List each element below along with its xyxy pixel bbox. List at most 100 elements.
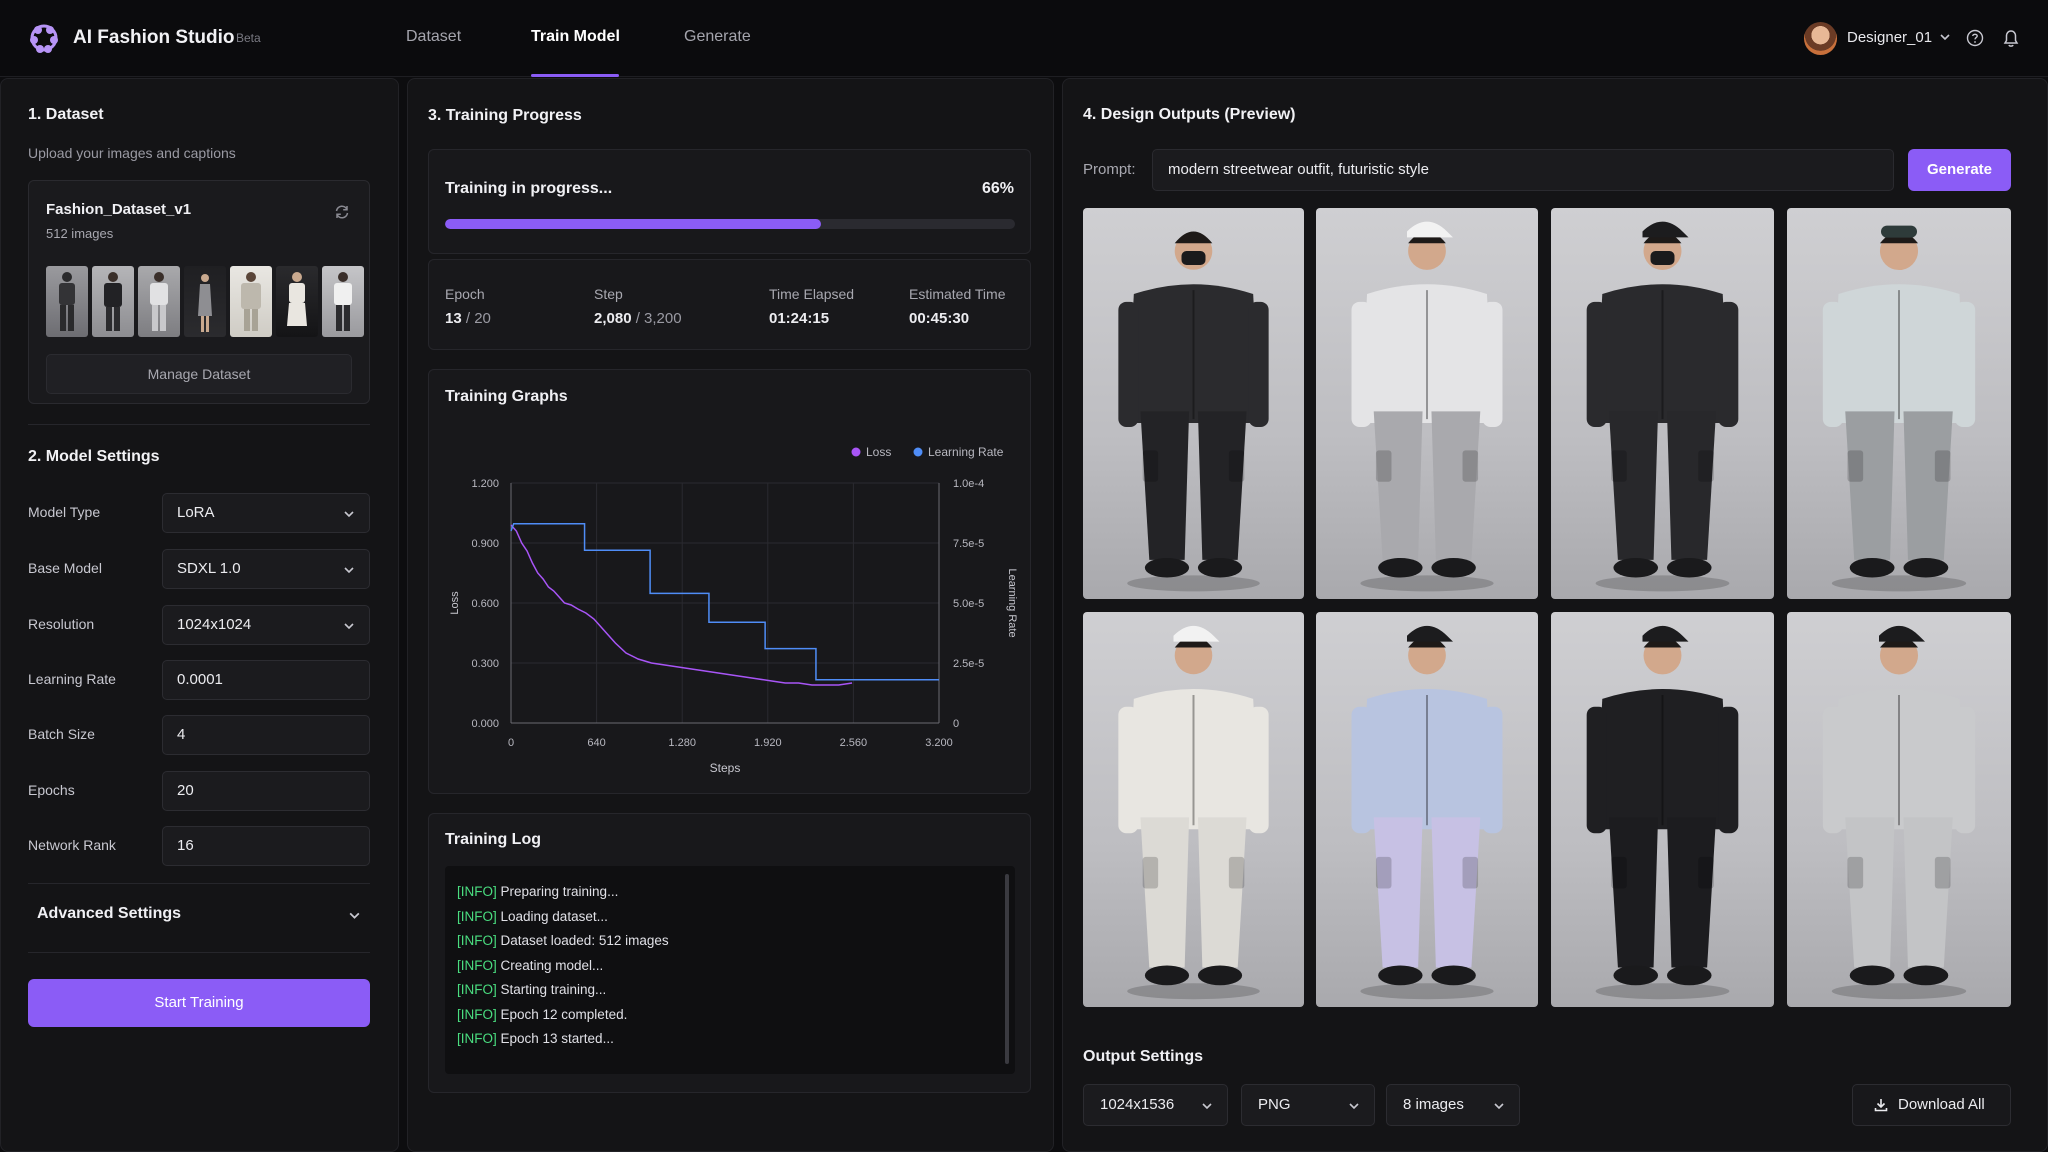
log-scrollbar[interactable] [1005, 874, 1009, 1064]
download-all-button[interactable]: Download All [1852, 1084, 2011, 1126]
resolution-value: 1024x1024 [177, 616, 252, 633]
base-model-select[interactable]: SDXL 1.0 [162, 549, 370, 589]
outfit-figure [1351, 221, 1503, 592]
network-rank-input[interactable]: 16 [162, 826, 370, 866]
tab-generate[interactable]: Generate [684, 28, 751, 46]
output-image-black-green-accents[interactable] [1551, 612, 1774, 1007]
outfit-figure [1351, 625, 1503, 1000]
output-image-white-jacket-cap[interactable] [1316, 208, 1538, 599]
batch-size-label: Batch Size [28, 726, 95, 742]
epochs-input[interactable]: 20 [162, 771, 370, 811]
download-all-label: Download All [1898, 1096, 1985, 1113]
series-line-learning-rate [510, 523, 939, 681]
output-image-white-cap-cargo[interactable] [1083, 612, 1304, 1007]
outfit-figure [1118, 231, 1269, 592]
dataset-thumbnail[interactable] [230, 266, 272, 337]
training-log-title: Training Log [445, 831, 541, 848]
prompt-input[interactable]: modern streetwear outfit, futuristic sty… [1152, 149, 1894, 191]
x-tick-label: 0 [508, 737, 514, 749]
outfit-figure [1822, 625, 1976, 1000]
sync-icon[interactable] [333, 203, 351, 221]
log-text: Loading dataset... [496, 908, 608, 924]
dataset-thumbnail[interactable] [184, 266, 226, 337]
outfit-figure [1118, 625, 1269, 1000]
dataset-count: 512 images [46, 226, 114, 241]
training-log-output[interactable]: [INFO] Preparing training... [INFO] Loadi… [445, 866, 1015, 1074]
chevron-down-icon [344, 511, 354, 518]
output-image-iridescent-suit[interactable] [1316, 612, 1538, 1007]
divider [28, 883, 370, 884]
chevron-down-icon[interactable] [1939, 31, 1951, 43]
beta-badge: Beta [236, 31, 261, 45]
dataset-thumbnail[interactable] [322, 266, 364, 337]
chevron-down-icon[interactable] [348, 909, 361, 922]
y2-axis-label: Learning Rate [1006, 568, 1018, 637]
progress-status: Training in progress... [445, 180, 613, 197]
x-tick-label: 2.560 [840, 737, 868, 749]
y-tick-label: 0.000 [471, 718, 499, 730]
estimated-time-value: 00:45:30 [909, 310, 970, 327]
user-name[interactable]: Designer_01 [1847, 29, 1932, 46]
legend-marker [851, 447, 861, 457]
learning-rate-input[interactable]: 0.0001 [162, 660, 370, 700]
model-settings-title: 2. Model Settings [28, 448, 160, 465]
dataset-thumbnail[interactable] [276, 266, 318, 337]
manage-dataset-button[interactable]: Manage Dataset [46, 354, 352, 394]
y-tick-label: 0.300 [471, 658, 499, 670]
x-tick-label: 3.200 [925, 737, 953, 749]
time-elapsed-label: Time Elapsed [769, 286, 855, 302]
outfit-figure [1586, 221, 1739, 592]
dataset-card[interactable]: Fashion_Dataset_v1 512 images Manage Dat… [28, 180, 370, 404]
bell-icon[interactable] [2002, 28, 2020, 48]
help-icon[interactable] [1966, 29, 1984, 47]
dataset-thumbnail[interactable] [46, 266, 88, 337]
x-tick-label: 1.920 [754, 737, 782, 749]
y2-tick-label: 0 [953, 718, 959, 730]
network-rank-label: Network Rank [28, 837, 116, 853]
log-tag: [INFO] [457, 982, 497, 997]
download-icon [1874, 1099, 1888, 1112]
x-tick-label: 640 [587, 737, 605, 749]
training-log-card: Training Log [INFO] Preparing training..… [428, 813, 1031, 1093]
active-tab-indicator [531, 74, 619, 77]
epochs-label: Epochs [28, 782, 75, 798]
output-image-holo-goggles[interactable] [1787, 208, 2011, 599]
dataset-thumbnails [46, 266, 364, 337]
outfit-figure [1822, 225, 1976, 592]
tab-train-model[interactable]: Train Model [531, 28, 620, 46]
y2-tick-label: 1.0e-4 [953, 478, 984, 490]
progress-percent: 66% [981, 180, 1014, 197]
model-type-select[interactable]: LoRA [162, 493, 370, 533]
dataset-section-title: 1. Dataset [28, 106, 104, 123]
advanced-settings-toggle[interactable]: Advanced Settings [37, 905, 181, 923]
avatar[interactable] [1804, 22, 1837, 55]
base-model-label: Base Model [28, 560, 102, 576]
log-text: Epoch 13 started... [496, 1031, 614, 1046]
tab-dataset[interactable]: Dataset [406, 28, 461, 46]
log-tag: [INFO] [457, 1006, 497, 1022]
chevron-down-icon [344, 623, 354, 630]
legend-label: Learning Rate [928, 445, 1004, 459]
output-image-silver-metallic[interactable] [1787, 612, 2011, 1007]
progress-card: Training in progress... 66% [428, 149, 1031, 254]
training-graphs-card: Training Graphs 0.000 0.300 0.600 0.900 1.20… [428, 369, 1031, 794]
output-count-select[interactable]: 8 images [1386, 1084, 1520, 1126]
resolution-select[interactable]: 1024x1024 [162, 605, 370, 645]
batch-size-input[interactable]: 4 [162, 715, 370, 755]
divider [28, 952, 370, 953]
estimated-time-label: Estimated Time [909, 286, 1006, 302]
output-resolution-select[interactable]: 1024x1536 [1083, 1084, 1228, 1126]
generate-button[interactable]: Generate [1908, 149, 2011, 191]
y2-tick-label: 2.5e-5 [953, 658, 984, 670]
start-training-button[interactable]: Start Training [28, 979, 370, 1027]
output-image-black-masked-jacket[interactable] [1083, 208, 1304, 599]
output-count-value: 8 images [1403, 1096, 1464, 1113]
output-format-select[interactable]: PNG [1241, 1084, 1375, 1126]
log-tag: [INFO] [457, 957, 497, 973]
log-tag: [INFO] [457, 1031, 497, 1046]
output-image-black-cap-mask[interactable] [1551, 208, 1774, 599]
dataset-thumbnail[interactable] [92, 266, 134, 337]
dataset-thumbnail[interactable] [138, 266, 180, 337]
design-outputs-title: 4. Design Outputs (Preview) [1083, 106, 1296, 123]
y-tick-label: 1.200 [471, 478, 499, 490]
